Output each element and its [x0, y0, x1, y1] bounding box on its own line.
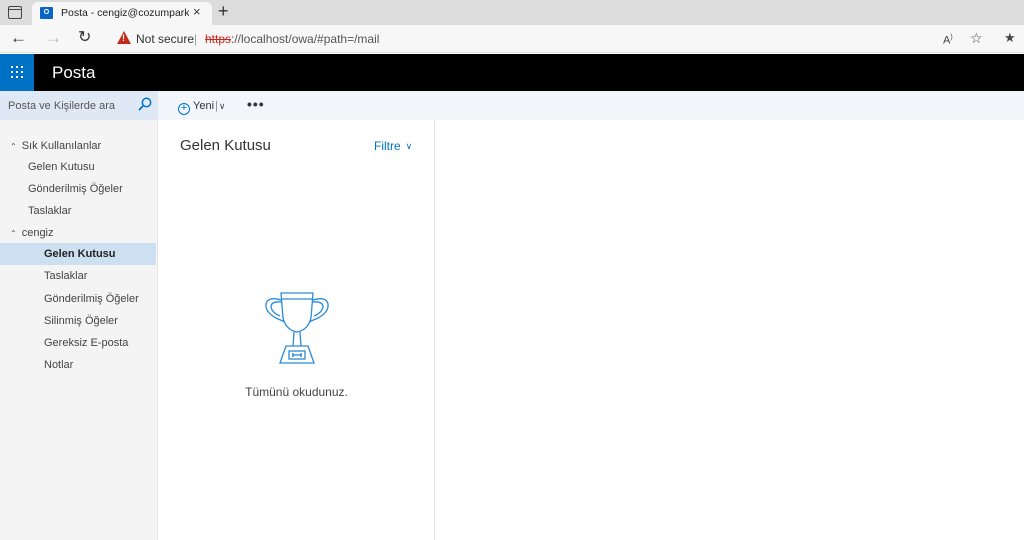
app-title: Posta [52, 63, 96, 82]
trophy-icon [265, 292, 329, 364]
reload-icon[interactable]: ↻ [78, 28, 91, 48]
favorites-item-inbox[interactable]: Gelen Kutusu [0, 156, 156, 178]
read-aloud-icon[interactable]: A) [943, 31, 953, 48]
favorites-group-label: Sık Kullanılanlar [21, 140, 102, 152]
address-bar: ← → ↻ ! Not secure | https://localhost/o… [0, 25, 1024, 53]
chevron-up-icon[interactable]: ⌃ [10, 229, 17, 238]
app-header: Posta [0, 54, 1024, 91]
favorites-group[interactable]: ⌃ Sık Kullanılanlar [10, 140, 101, 152]
search-icon[interactable] [138, 97, 152, 111]
reading-pane [435, 120, 1024, 540]
browser-tabstrip: O Posta - cengiz@cozumpark.com × + [0, 0, 1024, 25]
more-actions-button[interactable]: ••• [247, 96, 265, 112]
outlook-favicon-icon: O [40, 7, 53, 19]
browser-tab[interactable]: O Posta - cengiz@cozumpark.com × [32, 2, 212, 25]
favorites-item-sent[interactable]: Gönderilmiş Öğeler [0, 178, 156, 200]
favorites-bar-icon[interactable]: ★ [1004, 31, 1016, 45]
new-message-button[interactable]: + Yeni|∨ [178, 98, 226, 115]
security-label[interactable]: Not secure [136, 32, 194, 46]
folder-item-drafts[interactable]: Taslaklar [0, 265, 156, 287]
folder-pane: ⌃ Sık Kullanılanlar Gelen Kutusu Gönderil… [0, 120, 158, 540]
tab-title: Posta - cengiz@cozumpark.com [61, 7, 189, 19]
tab-close-icon[interactable]: × [193, 5, 201, 19]
chevron-up-icon[interactable]: ⌃ [10, 142, 17, 151]
address-separator: | [194, 32, 198, 46]
new-message-label: Yeni [193, 100, 215, 112]
message-list: Gelen Kutusu Filtre ∨ Tümünü okudunuz. [158, 120, 435, 540]
url-path: ://localhost/owa/#path=/mail [231, 32, 380, 46]
app-launcher-button[interactable] [0, 54, 34, 91]
filter-button[interactable]: Filtre ∨ [374, 139, 412, 153]
back-arrow-icon[interactable]: ← [10, 28, 27, 48]
command-bar: + Yeni|∨ ••• [158, 91, 1024, 120]
chevron-down-icon[interactable]: ∨ [219, 101, 226, 111]
account-group[interactable]: ⌃ cengiz [10, 227, 54, 239]
folder-item-deleted[interactable]: Silinmiş Öğeler [0, 310, 156, 332]
url-scheme: https [205, 32, 232, 46]
url-field[interactable]: https://localhost/owa/#path=/mail [205, 32, 379, 46]
tab-actions-icon[interactable] [8, 6, 22, 19]
folder-item-inbox[interactable]: Gelen Kutusu [0, 243, 156, 265]
filter-label: Filtre [374, 139, 401, 153]
forward-arrow-icon[interactable]: → [45, 28, 62, 48]
search-box[interactable]: Posta ve Kişilerde ara [0, 91, 158, 120]
folder-title: Gelen Kutusu [180, 137, 271, 154]
warning-icon[interactable]: ! [117, 31, 131, 44]
new-tab-icon[interactable]: + [218, 1, 229, 21]
waffle-icon [11, 66, 23, 78]
folder-item-notes[interactable]: Notlar [0, 354, 156, 376]
empty-state-message: Tümünü okudunuz. [245, 385, 348, 399]
favorites-item-drafts[interactable]: Taslaklar [0, 200, 156, 222]
folder-item-junk[interactable]: Gereksiz E-posta [0, 332, 156, 354]
chevron-down-icon: ∨ [405, 141, 413, 151]
add-favorite-icon[interactable]: ☆ [970, 31, 983, 45]
folder-item-sent[interactable]: Gönderilmiş Öğeler [0, 288, 156, 310]
search-input[interactable]: Posta ve Kişilerde ara [8, 100, 115, 112]
account-group-label: cengiz [21, 227, 54, 239]
plus-circle-icon: + [178, 103, 190, 115]
